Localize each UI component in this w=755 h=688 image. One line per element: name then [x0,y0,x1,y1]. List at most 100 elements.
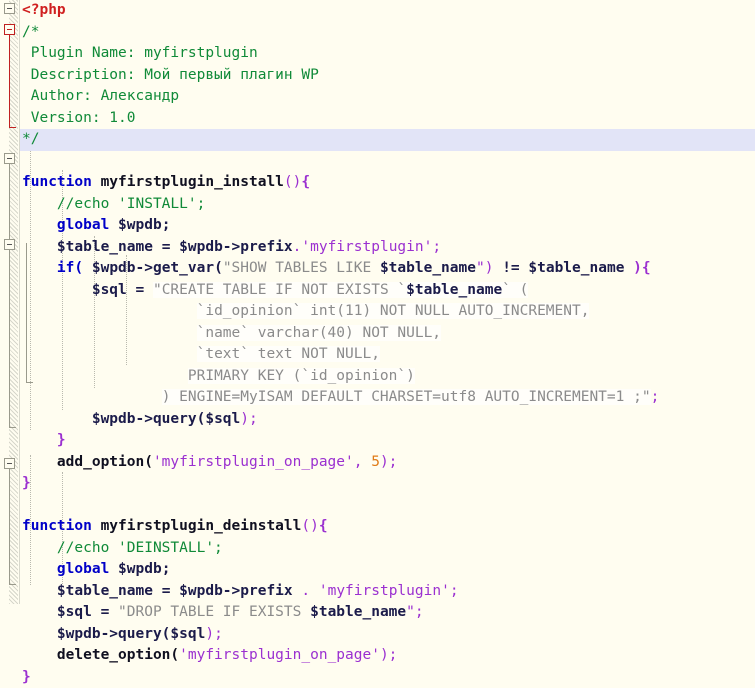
fold-toggle-if-block[interactable] [4,239,15,250]
deinstall-function-name: myfirstplugin_deinstall [101,518,302,534]
code-line-version[interactable]: Version: 1.0 [0,108,755,130]
code-line-blank-2[interactable] [0,495,755,517]
fold-toggle-docblock[interactable] [4,24,15,35]
code-line-install-comment[interactable]: //echo 'INSTALL'; [0,194,755,216]
drop-sql-prefix: "DROP TABLE IF EXISTS [118,604,310,620]
wpdb-query-call: $wpdb->query( [92,411,206,427]
show-tables-sql-variable: $table_name [380,260,476,276]
plugin-author-line: Author: Александр [22,88,179,104]
code-line-if-close-brace[interactable]: } [0,430,755,452]
create-sql-line5: PRIMARY KEY (`id_opinion`) [188,368,415,384]
code-line-install-signature[interactable]: function myfirstplugin_install(){ [0,172,755,194]
add-option-close: ); [380,454,397,470]
function-keyword-deinstall: function [22,518,92,534]
add-option-value: 5 [371,454,380,470]
delete-option-key: 'myfirstplugin_on_page' [179,647,380,663]
code-line-install-global[interactable]: global $wpdb; [0,215,755,237]
fold-guide-comment [9,28,10,128]
code-line-sql-create-1[interactable]: $sql = "CREATE TABLE IF NOT EXISTS `$tab… [0,280,755,302]
assign-operator-deinstall: = [162,583,171,599]
code-line-author[interactable]: Author: Александр [0,86,755,108]
table-suffix-string-deinstall: 'myfirstplugin' [319,583,450,599]
code-line-sql-create-2[interactable]: `id_opinion` int(11) NOT NULL AUTO_INCRE… [0,301,755,323]
code-line-blank-1[interactable] [0,151,755,173]
code-line-drop-sql[interactable]: $sql = "DROP TABLE IF EXISTS $table_name… [0,602,755,624]
query-argument-deinstall: $sql [170,626,205,642]
drop-sql-suffix: " [406,604,415,620]
fold-toggle-php-tag[interactable] [4,3,15,14]
create-sql-line3: `name` varchar(40) NOT NULL, [197,325,441,341]
delete-option-function: delete_option( [57,647,179,663]
install-echo-comment: //echo 'INSTALL'; [57,196,205,212]
fold-guide-if [26,243,27,383]
code-line-deinstall-query[interactable]: $wpdb->query($sql); [0,624,755,646]
code-line-install-if[interactable]: if( $wpdb->get_var("SHOW TABLES LIKE $ta… [0,258,755,280]
wpdb-prefix-expr-deinstall: $wpdb->prefix [179,583,293,599]
code-line-sql-create-5[interactable]: PRIMARY KEY (`id_opinion`) [0,366,755,388]
code-line-plugin-name[interactable]: Plugin Name: myfirstplugin [0,43,755,65]
code-line-sql-create-4[interactable]: `text` text NOT NULL, [0,344,755,366]
not-equal-operator: != [502,260,519,276]
get-var-call: $wpdb->get_var( [92,260,223,276]
fold-toggle-install-function[interactable] [4,153,15,164]
sql-assign-operator-deinstall: = [101,604,110,620]
wpdb-query-call-deinstall: $wpdb->query( [57,626,171,642]
comment-close-token: */ [22,131,39,147]
code-line-deinstall-comment[interactable]: //echo 'DEINSTALL'; [0,538,755,560]
create-sql-line6: ) ENGINE=MyISAM DEFAULT CHARSET=utf8 AUT… [162,389,651,405]
code-line-deinstall-global[interactable]: global $wpdb; [0,559,755,581]
fold-toggle-deinstall-function[interactable] [4,458,15,469]
code-line-add-option[interactable]: add_option('myfirstplugin_on_page', 5); [0,452,755,474]
table-suffix-string: 'myfirstplugin' [301,239,432,255]
code-line-comment-close[interactable]: */ [0,129,755,151]
php-open-tag: <?php [22,2,66,18]
comment-open-token: /* [22,24,39,40]
wpdb-global-var-deinstall: $wpdb; [118,561,170,577]
code-content[interactable]: <?php /* Plugin Name: myfirstplugin Desc… [0,0,755,604]
sql-assign-operator: = [136,282,145,298]
deinstall-open-brace: { [319,518,328,534]
code-line-description[interactable]: Description: Мой первый плагин WP [0,65,755,87]
install-close-brace: } [22,475,31,491]
install-function-name: myfirstplugin_install [101,174,284,190]
deinstall-parens: () [301,518,318,534]
create-sql-line4: `text` text NOT NULL, [197,346,380,362]
statement-semicolon-deinstall: ; [450,583,459,599]
if-close-brace: } [57,432,66,448]
code-line-php-open[interactable]: <?php [0,0,755,22]
query-close: ); [240,411,257,427]
code-line-delete-option[interactable]: delete_option('myfirstplugin_on_page'); [0,645,755,667]
drop-sql-semicolon: ; [415,604,424,620]
code-line-sql-create-3[interactable]: `name` varchar(40) NOT NULL, [0,323,755,345]
code-line-deinstall-signature[interactable]: function myfirstplugin_deinstall(){ [0,516,755,538]
statement-semicolon: ; [432,239,441,255]
editor-gutter[interactable] [0,0,20,604]
code-line-install-query[interactable]: $wpdb->query($sql); [0,409,755,431]
add-option-key: 'myfirstplugin_on_page' [153,454,354,470]
show-tables-sql-prefix: "SHOW TABLES LIKE [223,260,380,276]
code-line-sql-create-6[interactable]: ) ENGINE=MyISAM DEFAULT CHARSET=utf8 AUT… [0,387,755,409]
sql-statement-semicolon: ; [651,389,660,405]
concat-operator-deinstall: . [301,583,310,599]
fold-guide-deinstall [9,463,10,585]
code-line-install-tablename[interactable]: $table_name = $wpdb->prefix.'myfirstplug… [0,237,755,259]
query-close-deinstall: ); [205,626,222,642]
compare-table-name: $table_name [528,260,624,276]
if-keyword: if( [57,260,83,276]
code-line-deinstall-tablename[interactable]: $table_name = $wpdb->prefix . 'myfirstpl… [0,581,755,603]
sql-variable-deinstall: $sql [57,604,92,620]
plugin-name-line: Plugin Name: myfirstplugin [22,45,258,61]
plugin-description-line: Description: Мой первый плагин WP [22,67,319,83]
query-argument: $sql [205,411,240,427]
code-line-comment-open[interactable]: /* [0,22,755,44]
sql-variable: $sql [92,282,127,298]
create-sql-line1-suffix: ` ( [502,282,528,298]
function-keyword: function [22,174,92,190]
wpdb-global-var: $wpdb; [118,217,170,233]
code-line-deinstall-close-brace[interactable]: } [0,667,755,688]
code-line-install-close-brace[interactable]: } [0,473,755,495]
table-name-variable-deinstall: $table_name [57,583,153,599]
code-editor[interactable]: <?php /* Plugin Name: myfirstplugin Desc… [0,0,755,604]
wpdb-prefix-expr: $wpdb->prefix [179,239,293,255]
deinstall-close-brace: } [22,669,31,685]
